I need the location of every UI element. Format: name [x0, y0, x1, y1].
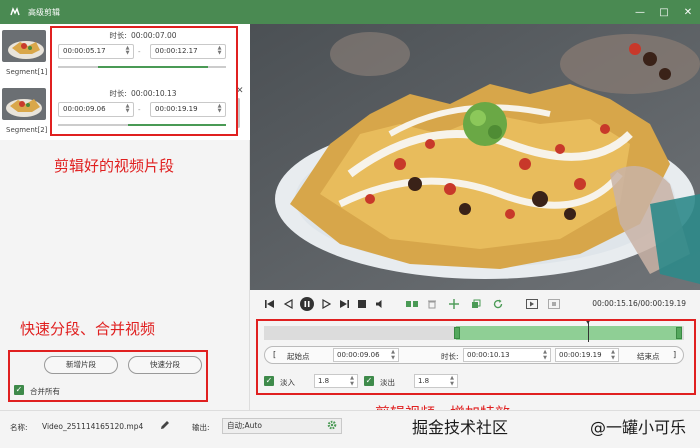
output-format-field[interactable]: 自动;Auto — [222, 418, 342, 434]
volume-icon[interactable] — [374, 298, 386, 310]
reset-icon[interactable] — [492, 298, 504, 310]
edit-name-icon[interactable] — [160, 420, 170, 432]
annotation-segments: 剪辑好的视频片段 — [54, 157, 175, 175]
watermark-handle: @一罐小可乐 — [590, 418, 687, 437]
segment-panel: Segment[1] 时长: 00:00:07.00 00:00:05.17 ▲ ▼ … — [0, 24, 250, 410]
add-segment-button[interactable]: 新增片段 — [44, 356, 118, 374]
minimize-icon[interactable]: — — [634, 6, 646, 18]
copy-icon[interactable] — [470, 298, 482, 310]
segment-label: Segment[2] — [6, 126, 48, 134]
play-icon[interactable] — [320, 298, 332, 310]
transport-bar: 00:00:15.16/00:00:19.19 — [250, 290, 700, 318]
annotation-box — [256, 319, 696, 395]
mark-out-icon[interactable] — [548, 298, 560, 310]
segment-thumbnail[interactable] — [2, 88, 46, 120]
quick-split-button[interactable]: 快速分段 — [128, 356, 202, 374]
advanced-edit-window: 高级剪辑 — □ ✕ Segment[1] 时长: 00:00:07.00 00:… — [0, 0, 700, 448]
segment-thumbnail[interactable] — [2, 30, 46, 62]
playback-timecode: 00:00:15.16/00:00:19.19 — [592, 299, 686, 308]
pause-icon[interactable] — [300, 297, 314, 311]
segment-label: Segment[1] — [6, 68, 48, 76]
skip-start-icon[interactable] — [264, 298, 276, 310]
merge-all-label: 合并所有 — [30, 387, 60, 396]
gear-icon[interactable] — [327, 420, 337, 435]
app-icon — [8, 5, 22, 19]
annotation-buttons: 快速分段、合并视频 — [20, 320, 156, 338]
output-filename: Video_251114165120.mp4 — [42, 422, 144, 431]
maximize-icon[interactable]: □ — [658, 6, 670, 18]
add-icon[interactable] — [448, 298, 460, 310]
output-label: 输出: — [192, 423, 210, 432]
close-icon[interactable]: ✕ — [682, 6, 694, 18]
name-label: 名称: — [10, 423, 28, 432]
mark-in-icon[interactable] — [526, 298, 538, 310]
skip-end-icon[interactable] — [338, 298, 350, 310]
video-preview[interactable] — [250, 24, 700, 290]
annotation-box — [50, 26, 238, 136]
title-bar: 高级剪辑 — □ ✕ — [0, 0, 700, 24]
window-title: 高级剪辑 — [28, 7, 60, 17]
delete-icon[interactable] — [426, 298, 438, 310]
watermark-text: 掘金技术社区 — [412, 418, 509, 437]
split-icon[interactable] — [406, 298, 418, 310]
stop-icon[interactable] — [356, 298, 368, 310]
step-back-icon[interactable] — [282, 298, 294, 310]
merge-all-checkbox[interactable]: ✓ — [14, 385, 24, 395]
